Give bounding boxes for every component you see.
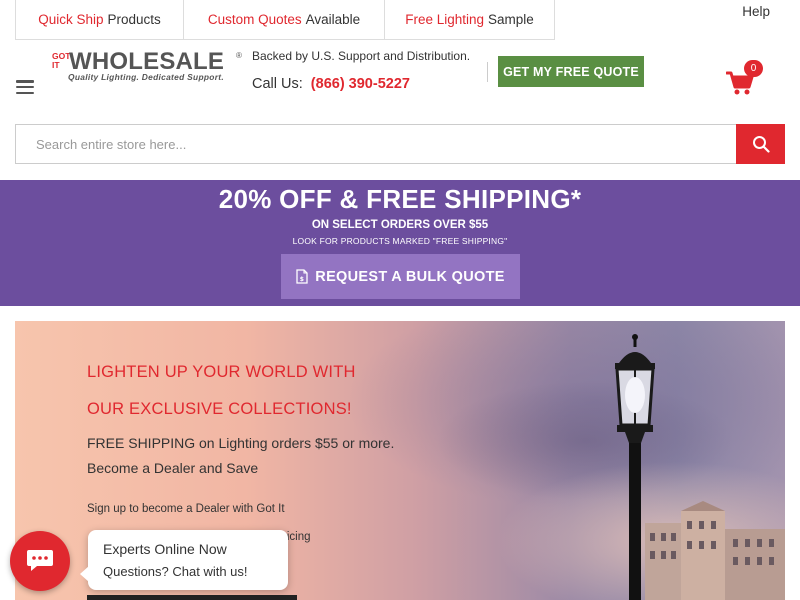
- street-lamp-image: [615, 334, 655, 600]
- chat-prompt-bubble[interactable]: Experts Online Now Questions? Chat with …: [80, 530, 288, 590]
- request-bulk-quote-button[interactable]: $ REQUEST A BULK QUOTE: [281, 254, 520, 299]
- bulk-quote-label: REQUEST A BULK QUOTE: [315, 268, 505, 285]
- search-button[interactable]: [736, 124, 785, 164]
- hero-heading-line1: LIGHTEN UP YOUR WORLD WITH: [87, 363, 356, 381]
- search-input[interactable]: [16, 125, 736, 163]
- cart-count-badge: 0: [744, 60, 763, 77]
- search-icon: [752, 136, 770, 153]
- backed-by-text: Backed by U.S. Support and Distribution.: [252, 49, 471, 63]
- chat-launcher-button[interactable]: [10, 531, 70, 591]
- promo-title: 20% OFF & FREE SHIPPING*: [218, 184, 582, 214]
- hero-signup-text: Sign up to become a Dealer with Got It: [87, 503, 285, 515]
- get-free-quote-button[interactable]: GET MY FREE QUOTE: [498, 56, 644, 87]
- tab-highlight: Free Lighting: [405, 12, 485, 27]
- call-us-label: Call Us:: [252, 76, 303, 92]
- help-link[interactable]: Help: [742, 4, 770, 19]
- chat-title: Experts Online Now: [103, 541, 227, 557]
- phone-number-link[interactable]: (866) 390-5227: [311, 76, 410, 92]
- tab-free-lighting-sample[interactable]: Free Lighting Sample: [384, 0, 555, 40]
- tab-label: Available: [305, 12, 361, 27]
- promo-banner: 20% OFF & FREE SHIPPING* ON SELECT ORDER…: [0, 180, 800, 306]
- hero-free-shipping-text: FREE SHIPPING on Lighting orders $55 or …: [87, 435, 395, 451]
- promo-subtitle: ON SELECT ORDERS OVER $55: [311, 219, 489, 231]
- tab-custom-quotes[interactable]: Custom Quotes Available: [183, 0, 385, 40]
- logo-tagline: Quality Lighting. Dedicated Support.: [68, 72, 224, 82]
- tab-highlight: Custom Quotes: [207, 12, 302, 27]
- logo-registered-mark: ®: [236, 51, 242, 60]
- hero-dealer-text: Become a Dealer and Save: [87, 460, 259, 476]
- header-divider: [487, 62, 488, 82]
- menu-icon[interactable]: [16, 80, 34, 94]
- promo-note: LOOK FOR PRODUCTS MARKED "FREE SHIPPING": [292, 236, 508, 246]
- tab-highlight: Quick Ship: [38, 12, 104, 27]
- logo-got-it: GOT IT: [52, 51, 71, 70]
- tab-label: Products: [107, 12, 161, 27]
- tab-quick-ship[interactable]: Quick Ship Products: [15, 0, 184, 40]
- search-bar: [15, 124, 785, 164]
- chat-icon: [27, 550, 53, 571]
- call-us: Call Us: (866) 390-5227: [252, 76, 410, 92]
- hero-cta-button[interactable]: [87, 595, 297, 600]
- document-icon: $: [296, 269, 308, 284]
- chat-subtitle: Questions? Chat with us!: [103, 564, 248, 579]
- top-tabs: Quick Ship Products Custom Quotes Availa…: [0, 0, 800, 40]
- site-logo[interactable]: GOT IT WHOLESALE ® Quality Lighting. Ded…: [52, 48, 247, 86]
- tab-label: Sample: [488, 12, 534, 27]
- hero-heading-line2: OUR EXCLUSIVE COLLECTIONS!: [87, 400, 352, 418]
- svg-text:$: $: [300, 276, 304, 283]
